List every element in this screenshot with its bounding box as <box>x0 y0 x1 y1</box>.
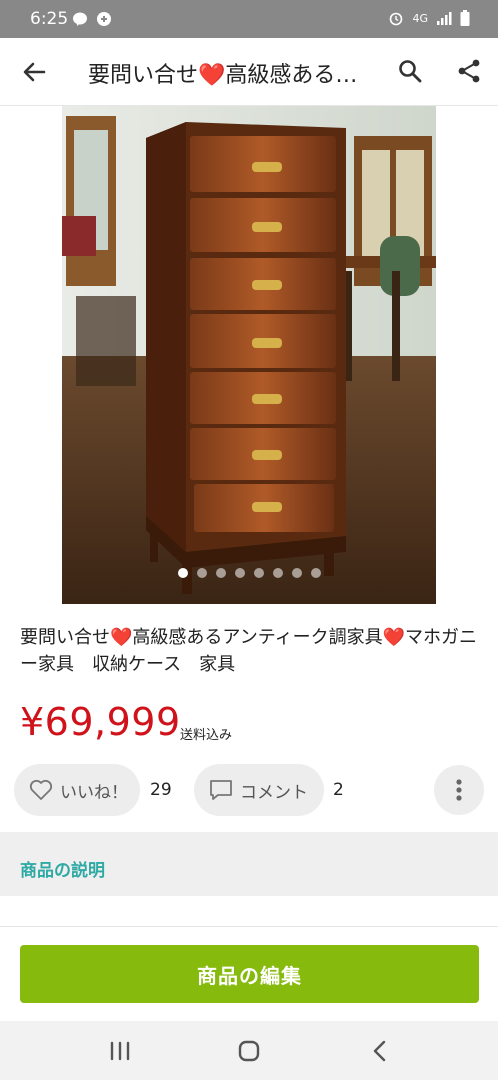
gallery-dot[interactable] <box>234 568 245 578</box>
gallery-pagination <box>0 568 498 578</box>
product-photo[interactable] <box>62 106 436 604</box>
like-label: いいね！ <box>60 782 128 803</box>
comment-count: 2 <box>333 780 344 800</box>
share-icon[interactable] <box>456 58 482 84</box>
system-nav-bar <box>0 1021 498 1080</box>
cast-icon <box>97 12 111 26</box>
battery-icon <box>460 10 470 26</box>
status-bar: 6:25 4G <box>0 0 498 38</box>
back-nav-icon[interactable] <box>366 1037 394 1065</box>
arrow-left-icon[interactable] <box>20 58 48 86</box>
comment-icon <box>210 780 232 800</box>
gallery-dot[interactable] <box>196 568 207 578</box>
chevron-right-icon[interactable] <box>456 338 482 382</box>
bottom-action-bar: 商品の編集 <box>0 926 498 1021</box>
product-title: 要問い合せ❤️高級感あるアンティーク調家具❤️マホガニー家具 収納ケース 家具 <box>20 627 478 675</box>
comment-label: コメント <box>240 782 308 803</box>
recent-apps-icon[interactable] <box>106 1037 134 1065</box>
product-gallery[interactable] <box>0 106 498 606</box>
gallery-dot-active[interactable] <box>177 568 188 578</box>
network-type: 4G <box>412 11 428 25</box>
line-app-icon <box>73 12 87 26</box>
product-price: ¥69,999 <box>20 700 181 744</box>
more-options-button[interactable] <box>434 765 484 815</box>
status-time: 6:25 <box>30 9 69 29</box>
shipping-note: 送料込み <box>180 728 233 743</box>
like-count: 29 <box>150 780 172 800</box>
more-vertical-icon <box>456 779 462 801</box>
description-section-header: 商品の説明 <box>0 832 498 896</box>
gallery-dot[interactable] <box>215 568 226 578</box>
page-title: 要問い合せ❤️高級感ある… <box>88 63 358 88</box>
edit-product-button[interactable]: 商品の編集 <box>20 945 479 1003</box>
alarm-icon <box>390 12 403 26</box>
signal-icon <box>437 12 452 25</box>
gallery-dot[interactable] <box>310 568 321 578</box>
app-bar: 要問い合せ❤️高級感ある… <box>0 38 498 106</box>
like-button[interactable]: いいね！ <box>14 764 140 816</box>
antique-chest-image <box>62 106 436 604</box>
section-title: 商品の説明 <box>20 861 105 881</box>
gallery-dot[interactable] <box>253 568 264 578</box>
heart-icon <box>29 779 53 800</box>
gallery-dot[interactable] <box>272 568 283 578</box>
gallery-dot[interactable] <box>291 568 302 578</box>
home-icon[interactable] <box>235 1037 263 1065</box>
search-icon[interactable] <box>397 58 423 84</box>
status-right-icons: 4G <box>388 10 470 26</box>
comment-button[interactable]: コメント <box>194 764 324 816</box>
